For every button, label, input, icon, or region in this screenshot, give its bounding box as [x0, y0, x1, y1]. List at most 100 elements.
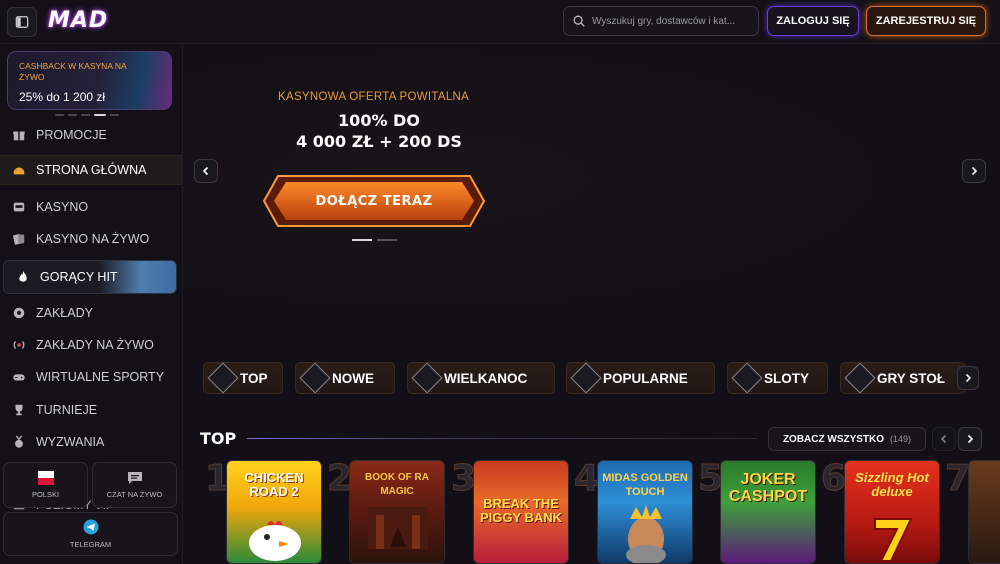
- see-all-label: ZOBACZ WSZYSTKO: [782, 433, 885, 445]
- top-bar: MAD ZALOGUJ SIĘ ZAREJESTRUJ SIĘ: [0, 0, 1000, 44]
- chat-icon: [127, 472, 142, 484]
- telegram-label: TELEGRAM: [69, 540, 112, 549]
- sidebar-icon: [15, 16, 29, 28]
- sidebar-item-label: WYZWANIA: [36, 435, 105, 449]
- hero-line-2: 4 000 ZŁ + 200 DS: [296, 132, 462, 151]
- category-gry-stolowe[interactable]: GRY STOŁ: [840, 362, 966, 394]
- category-popularne[interactable]: POPULARNE: [566, 362, 715, 394]
- category-label: POPULARNE: [603, 370, 688, 386]
- carousel-dot[interactable]: [110, 114, 119, 116]
- search-input[interactable]: [592, 15, 752, 27]
- carousel-dot[interactable]: [352, 239, 372, 241]
- promo-card[interactable]: CASHBACK W KASYNA NA ŻYWO 25% do 1 200 z…: [7, 51, 172, 110]
- category-label: SLOTY: [764, 370, 810, 386]
- sidebar-item-label: ZAKŁADY: [36, 306, 93, 320]
- category-nowe[interactable]: NOWE: [295, 362, 395, 394]
- live-chat-button[interactable]: CZAT NA ŻYWO: [92, 462, 177, 508]
- games-prev-button[interactable]: [932, 427, 956, 451]
- temple-artwork: [368, 507, 428, 549]
- sidebar-item-label: PROMOCJE: [36, 128, 107, 142]
- see-all-button[interactable]: ZOBACZ WSZYSTKO (149): [768, 427, 926, 451]
- section-title: TOP: [200, 429, 237, 448]
- game-tile[interactable]: MIDAS GOLDEN TOUCH: [597, 460, 693, 564]
- home-icon: [13, 167, 25, 175]
- carousel-dot[interactable]: [81, 114, 90, 116]
- rank-number: 6: [820, 458, 847, 500]
- king-artwork: [626, 505, 666, 563]
- category-label: TOP: [240, 370, 268, 386]
- sidebar-item-label: ZAKŁADY NA ŻYWO: [36, 338, 154, 352]
- sidebar-item-turnieje[interactable]: TURNIEJE: [0, 395, 182, 425]
- live-casino-icon: [13, 234, 25, 245]
- sidebar-item-zaklady-na-zywo[interactable]: ZAKŁADY NA ŻYWO: [0, 330, 182, 360]
- chevron-right-icon: [965, 373, 972, 383]
- sidebar-item-goracy-hit[interactable]: GORĄCY HIT: [3, 260, 177, 294]
- language-button[interactable]: POLSKI: [3, 462, 88, 508]
- search-icon: [573, 15, 585, 27]
- join-now-button[interactable]: DOŁĄCZ TERAZ: [262, 174, 486, 228]
- chevron-left-icon: [940, 434, 947, 444]
- game-tile[interactable]: CHICKEN ROAD 2: [226, 460, 322, 564]
- chevron-right-icon: [967, 434, 974, 444]
- carousel-dot[interactable]: [94, 114, 106, 116]
- hero-headline: 100% DO 4 000 ZŁ + 200 DS: [275, 110, 483, 152]
- search-box[interactable]: [563, 6, 759, 36]
- sidebar: CASHBACK W KASYNA NA ŻYWO 25% do 1 200 z…: [0, 44, 183, 564]
- promo-value: 25% do 1 200 zł: [19, 90, 106, 104]
- category-label: WIELKANOC: [444, 370, 528, 386]
- game-tile[interactable]: BREAK THE PIGGY BANK: [473, 460, 569, 564]
- category-icon: [299, 362, 331, 394]
- game-tile[interactable]: [968, 460, 1000, 564]
- poland-flag-icon: [37, 471, 54, 485]
- promo-title: CASHBACK W KASYNA NA ŻYWO: [19, 61, 127, 82]
- sidebar-item-wyzwania[interactable]: WYZWANIA: [0, 427, 182, 457]
- sidebar-item-wirtualne-sporty[interactable]: WIRTUALNE SPORTY: [0, 362, 182, 392]
- hero-line-1: 100% DO: [338, 111, 420, 130]
- categories-next-button[interactable]: [957, 366, 979, 390]
- game-title: BREAK THE PIGGY BANK: [479, 496, 563, 525]
- rank-number: 7: [944, 458, 971, 500]
- gamepad-icon: [13, 374, 25, 381]
- game-tile[interactable]: JOKER CASHPOT: [720, 460, 816, 564]
- hero-next-button[interactable]: [962, 159, 986, 183]
- login-button[interactable]: ZALOGUJ SIĘ: [767, 6, 859, 36]
- category-bar: TOP NOWE WIELKANOC POPULARNE SLOTY GRY S…: [197, 362, 997, 396]
- sidebar-item-zaklady[interactable]: ZAKŁADY: [0, 298, 182, 328]
- register-button[interactable]: ZAREJESTRUJ SIĘ: [866, 6, 986, 36]
- category-label: NOWE: [332, 370, 374, 386]
- games-next-button[interactable]: [958, 427, 982, 451]
- sidebar-item-strona-glowna[interactable]: STRONA GŁÓWNA: [0, 155, 182, 185]
- flame-icon: [19, 270, 27, 282]
- carousel-dot[interactable]: [377, 239, 397, 241]
- sidebar-item-label: STRONA GŁÓWNA: [36, 163, 147, 177]
- chevron-left-icon: [202, 166, 209, 176]
- game-tile[interactable]: Sizzling Hot deluxe: [844, 460, 940, 564]
- carousel-dot[interactable]: [55, 114, 64, 116]
- sidebar-item-kasyno-na-zywo[interactable]: KASYNO NA ŻYWO: [0, 224, 182, 254]
- gift-icon: [13, 131, 25, 141]
- sidebar-item-promocje[interactable]: PROMOCJE: [0, 120, 182, 150]
- sidebar-item-label: WIRTUALNE SPORTY: [36, 370, 165, 384]
- hero-carousel-dots: [352, 239, 397, 241]
- game-title: JOKER CASHPOT: [728, 471, 808, 505]
- sidebar-toggle-button[interactable]: [7, 7, 37, 37]
- hero-prev-button[interactable]: [194, 159, 218, 183]
- language-label: POLSKI: [31, 490, 60, 499]
- sidebar-item-kasyno[interactable]: KASYNO: [0, 192, 182, 222]
- main-content: KASYNOWA OFERTA POWITALNA 100% DO 4 000 …: [183, 44, 1000, 564]
- medal-icon: [15, 435, 23, 448]
- game-title: CHICKEN ROAD 2: [244, 470, 304, 499]
- see-all-count: (149): [890, 434, 912, 444]
- sidebar-item-label: GORĄCY HIT: [40, 270, 118, 284]
- category-top[interactable]: TOP: [203, 362, 283, 394]
- category-icon: [207, 362, 239, 394]
- logo[interactable]: MAD: [48, 8, 108, 33]
- category-sloty[interactable]: SLOTY: [727, 362, 828, 394]
- category-wielkanoc[interactable]: WIELKANOC: [407, 362, 555, 394]
- casino-icon: [13, 202, 25, 212]
- game-tile[interactable]: BOOK OF RA MAGIC: [349, 460, 445, 564]
- carousel-dot[interactable]: [68, 114, 77, 116]
- telegram-button[interactable]: TELEGRAM: [3, 512, 178, 556]
- category-icon: [570, 362, 602, 394]
- trophy-icon: [15, 404, 23, 416]
